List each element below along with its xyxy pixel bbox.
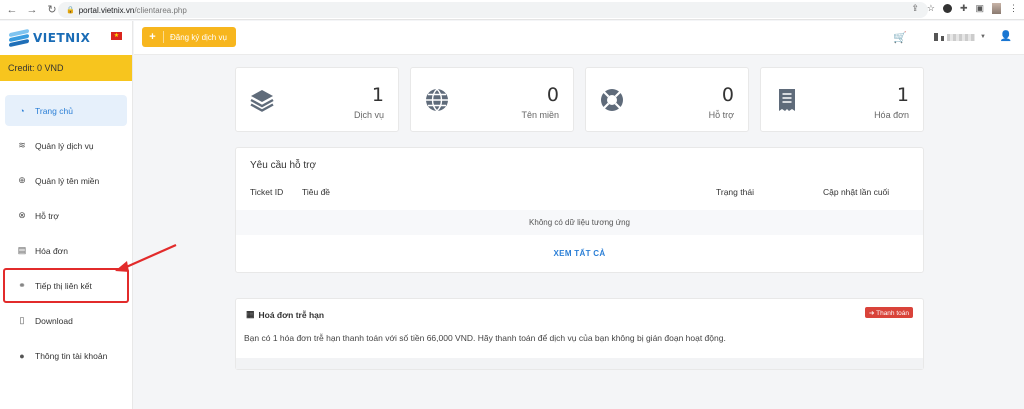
sidebar-item-label: Quản lý tên miền	[35, 175, 100, 186]
annotation-arrow-icon	[115, 243, 177, 272]
url-host: portal.vietnix.vn	[78, 5, 135, 15]
sidebar-item-label: Trang chủ	[35, 105, 73, 116]
calculator-icon: ▦	[246, 309, 255, 319]
profile-avatar[interactable]	[992, 3, 1001, 14]
star-icon[interactable]: ☆	[927, 3, 935, 14]
column-header-status[interactable]: Trạng thái	[716, 187, 754, 197]
panel-footer	[236, 358, 923, 369]
cart-icon[interactable]: 🛒	[893, 31, 907, 44]
sidebar-menu: ◔ Trang chủ ≋ Quản lý dịch vụ ⊕ Quản lý …	[0, 81, 132, 371]
stat-card-domains[interactable]: 0 Tên miền	[410, 67, 574, 132]
sidebar-item-label: Hóa đơn	[35, 245, 68, 256]
logo[interactable]: VIETNIX ★	[0, 21, 132, 55]
column-header-ticket-id[interactable]: Ticket ID	[250, 187, 283, 197]
sidebar-item-dashboard[interactable]: ◔ Trang chủ	[5, 95, 127, 126]
invoice-icon: ▤	[17, 245, 27, 255]
panel-title: ▦ Hoá đơn trễ hạn	[246, 309, 324, 320]
sidebar-item-label: Quản lý dịch vụ	[35, 140, 94, 151]
plus-icon: +	[142, 31, 164, 43]
stat-label: Hỗ trợ	[708, 110, 734, 120]
pay-button[interactable]: ➔ Thanh toán	[864, 307, 913, 318]
browser-actions: ⇪ ☆ ✚ ▣ ⋮	[911, 3, 1018, 14]
puzzle-icon[interactable]: ✚	[960, 3, 968, 14]
register-service-label: Đăng ký dịch vụ	[170, 32, 227, 42]
stat-value: 1	[371, 84, 384, 106]
sidepanel-icon[interactable]: ▣	[975, 3, 984, 14]
lifebuoy-icon	[601, 89, 623, 111]
lifebuoy-icon: ⊗	[18, 210, 26, 220]
account-icon[interactable]: 👤	[1000, 31, 1012, 42]
logo-text: VIETNIX	[33, 31, 91, 45]
table-empty-row: Không có dữ liệu tương ứng	[236, 210, 923, 235]
layers-icon	[250, 90, 274, 112]
sidebar-item-invoices[interactable]: ▤ Hóa đơn	[5, 235, 127, 266]
sidebar-item-domains[interactable]: ⊕ Quản lý tên miền	[5, 165, 127, 196]
chevron-down-icon: ▼	[980, 34, 986, 40]
overdue-invoice-panel: ▦ Hoá đơn trễ hạn ➔ Thanh toán Bạn có 1 …	[235, 298, 924, 370]
sidebar: VIETNIX ★ Credit: 0 VND ◔ Trang chủ ≋ Qu…	[0, 21, 133, 409]
stat-card-invoices[interactable]: 1 Hóa đơn	[760, 67, 924, 132]
avatar	[934, 33, 939, 41]
register-service-button[interactable]: + Đăng ký dịch vụ	[142, 27, 236, 47]
stat-label: Hóa đơn	[874, 110, 909, 120]
stat-card-services[interactable]: 1 Dịch vụ	[235, 67, 399, 132]
globe-icon	[426, 88, 448, 112]
forward-icon[interactable]: →	[24, 2, 40, 18]
avatar-decor	[941, 36, 945, 41]
globe-icon: ⊕	[18, 175, 26, 185]
username-blurred	[947, 33, 976, 41]
top-header: + Đăng ký dịch vụ 🛒 ▼ 👤	[134, 21, 1024, 55]
address-bar[interactable]: 🔒 portal.vietnix.vn/clientarea.php	[58, 2, 928, 18]
sidebar-item-affiliate[interactable]: ⚭ Tiếp thị liên kết	[3, 268, 129, 303]
browser-toolbar: ← → ↻ 🔒 portal.vietnix.vn/clientarea.php…	[0, 0, 1024, 20]
sidebar-item-label: Thông tin tài khoản	[35, 350, 108, 361]
back-icon[interactable]: ←	[4, 2, 20, 18]
see-all-link[interactable]: XEM TẤT CẢ	[236, 249, 923, 258]
layers-icon: ≋	[18, 140, 26, 150]
lock-icon: 🔒	[66, 7, 75, 14]
column-header-title[interactable]: Tiêu đề	[302, 187, 330, 197]
user-icon: ●	[19, 350, 25, 361]
column-header-last-updated[interactable]: Cập nhật lần cuối	[823, 187, 889, 197]
handshake-icon: ⚭	[18, 280, 26, 290]
menu-icon[interactable]: ⋮	[1009, 3, 1018, 14]
panel-title: Yêu cầu hỗ trợ	[250, 160, 317, 171]
sidebar-item-label: Download	[35, 315, 73, 326]
sidebar-item-label: Tiếp thị liên kết	[35, 280, 92, 291]
share-icon[interactable]: ⇪	[911, 3, 919, 14]
stat-label: Tên miền	[521, 110, 559, 120]
overdue-message: Bạn có 1 hóa đơn trễ hạn thanh toán với …	[244, 333, 726, 343]
stat-value: 0	[721, 84, 734, 106]
vietnam-flag-icon[interactable]: ★	[111, 32, 122, 40]
sidebar-item-label: Hỗ trợ	[35, 210, 59, 221]
credit-bar: Credit: 0 VND	[0, 55, 132, 81]
sidebar-item-services[interactable]: ≋ Quản lý dịch vụ	[5, 130, 127, 161]
stat-card-support[interactable]: 0 Hỗ trợ	[585, 67, 749, 132]
vietnix-logo-icon	[9, 28, 29, 48]
stat-label: Dịch vụ	[353, 110, 384, 120]
dashboard-icon: ◔	[19, 105, 25, 116]
support-requests-panel: Yêu cầu hỗ trợ Ticket ID Tiêu đề Trạng t…	[235, 147, 924, 273]
sidebar-item-support[interactable]: ⊗ Hỗ trợ	[5, 200, 127, 231]
stat-value: 1	[896, 84, 909, 106]
stat-value: 0	[546, 84, 559, 106]
file-icon: ▯	[19, 315, 25, 325]
overdue-title-text: Hoá đơn trễ hạn	[258, 309, 325, 320]
user-menu[interactable]: ▼	[934, 33, 986, 41]
url-path: /clientarea.php	[134, 5, 187, 15]
sidebar-item-download[interactable]: ▯ Download	[5, 305, 127, 336]
sidebar-item-account[interactable]: ● Thông tin tài khoản	[5, 340, 127, 371]
extension-icon[interactable]	[942, 4, 952, 13]
invoice-icon	[779, 89, 795, 111]
